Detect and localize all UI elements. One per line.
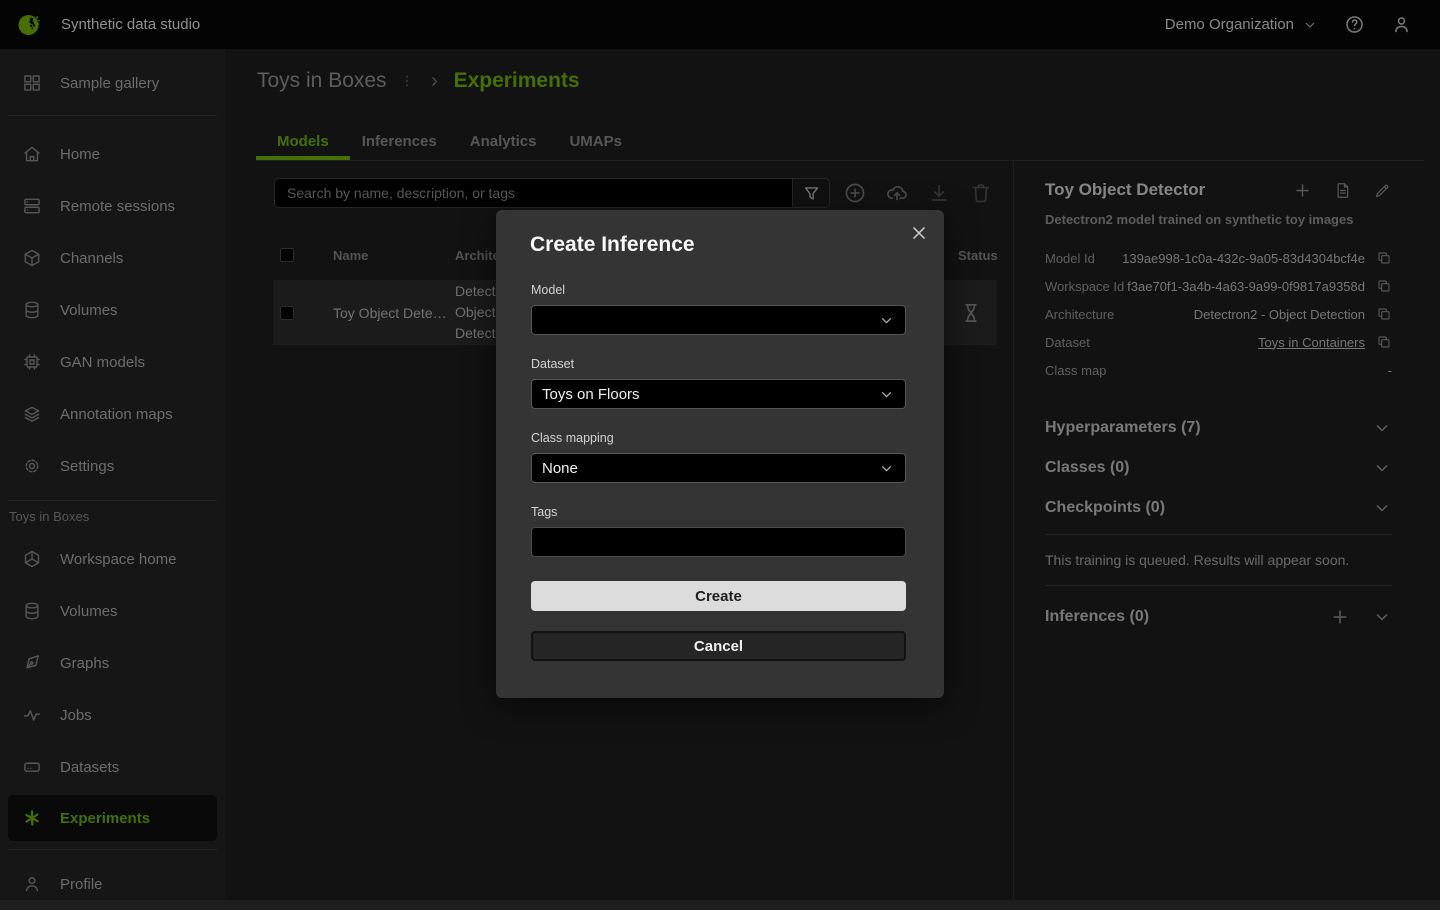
- close-icon[interactable]: [908, 222, 930, 244]
- tags-input[interactable]: [531, 527, 906, 557]
- model-select[interactable]: [531, 305, 906, 335]
- class-mapping-field-label: Class mapping: [531, 431, 614, 445]
- tags-field-label: Tags: [531, 505, 557, 519]
- dataset-select[interactable]: Toys on Floors: [531, 379, 906, 409]
- create-inference-modal: Create Inference Model Dataset Toys on F…: [496, 210, 944, 698]
- cancel-button[interactable]: Cancel: [531, 631, 906, 661]
- create-button[interactable]: Create: [531, 581, 906, 611]
- modal-title: Create Inference: [530, 233, 695, 257]
- chevron-down-icon: [878, 386, 895, 403]
- dataset-select-value: Toys on Floors: [542, 386, 640, 403]
- class-mapping-select-value: None: [542, 460, 578, 477]
- class-mapping-select[interactable]: None: [531, 453, 906, 483]
- chevron-down-icon: [878, 460, 895, 477]
- chevron-down-icon: [878, 312, 895, 329]
- model-field-label: Model: [531, 283, 565, 297]
- dataset-field-label: Dataset: [531, 357, 574, 371]
